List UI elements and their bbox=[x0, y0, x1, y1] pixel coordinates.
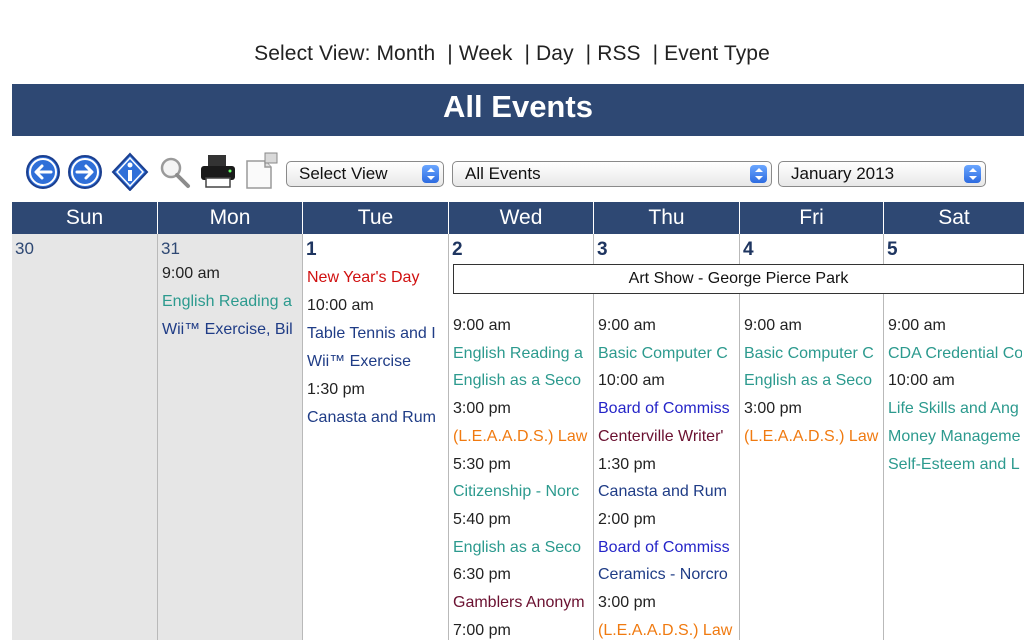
event-link[interactable]: New Year's Day bbox=[307, 268, 447, 288]
event-link[interactable]: CDA Credential Co bbox=[888, 344, 1022, 364]
event-link[interactable]: (L.E.A.A.D.S.) Law bbox=[744, 427, 882, 447]
day-number: 4 bbox=[743, 239, 754, 260]
event-time: 2:00 pm bbox=[598, 510, 656, 528]
calendar-toolbar: Select View All Events January 2013 bbox=[26, 151, 1024, 195]
event-link[interactable]: English Reading a bbox=[453, 344, 592, 364]
separator: | bbox=[652, 42, 659, 65]
view-rss-link[interactable]: RSS bbox=[597, 42, 640, 65]
event-link[interactable]: Gamblers Anonym bbox=[453, 593, 592, 613]
day-number: 30 bbox=[15, 239, 34, 258]
day-header-mon: Mon bbox=[158, 202, 303, 234]
multi-day-event-banner[interactable]: Art Show - George Pierce Park bbox=[453, 264, 1024, 294]
event-link[interactable]: Self-Esteem and L bbox=[888, 455, 1022, 475]
event-time: 9:00 am bbox=[453, 317, 511, 334]
subscribe-icon[interactable] bbox=[241, 151, 281, 196]
view-month-link[interactable]: Month bbox=[376, 42, 435, 65]
event-link[interactable]: Wii™ Exercise, Bil bbox=[162, 320, 301, 340]
event-link[interactable]: English as a Seco bbox=[453, 538, 592, 558]
view-event-type-link[interactable]: Event Type bbox=[664, 42, 770, 65]
day-cell-4[interactable]: 4 9:00 am Basic Computer C English as a Se… bbox=[740, 234, 884, 640]
chevron-updown-icon bbox=[964, 165, 981, 183]
event-time: 3:00 pm bbox=[598, 594, 656, 611]
event-link[interactable]: English Reading a bbox=[162, 292, 301, 312]
day-header-sun: Sun bbox=[12, 202, 158, 234]
event-time: 3:00 pm bbox=[453, 400, 511, 418]
event-link[interactable]: Board of Commiss bbox=[598, 399, 738, 419]
event-link[interactable]: Money Manageme bbox=[888, 427, 1022, 447]
day-number: 3 bbox=[597, 239, 608, 260]
event-link[interactable]: Basic Computer C bbox=[744, 344, 882, 364]
separator: | bbox=[585, 42, 592, 65]
day-header-sat: Sat bbox=[884, 202, 1024, 234]
event-time: 1:30 pm bbox=[307, 381, 365, 398]
event-time: 10:00 am bbox=[307, 297, 374, 314]
month-dropdown[interactable]: January 2013 bbox=[778, 161, 986, 187]
event-time: 5:40 pm bbox=[453, 510, 511, 528]
info-icon[interactable] bbox=[110, 151, 150, 196]
select-view-bar: Select View: Month | Week | Day | RSS | Even… bbox=[0, 42, 1024, 66]
search-icon[interactable] bbox=[158, 151, 192, 196]
event-link[interactable]: (L.E.A.A.D.S.) Law bbox=[598, 621, 738, 640]
back-arrow-icon[interactable] bbox=[26, 151, 62, 196]
day-header-thu: Thu bbox=[594, 202, 740, 234]
event-link[interactable]: Wii™ Exercise bbox=[307, 352, 447, 372]
day-number: 31 bbox=[161, 239, 180, 258]
view-week-link[interactable]: Week bbox=[459, 42, 513, 65]
select-view-value: Select View bbox=[299, 164, 388, 183]
event-link[interactable]: English as a Seco bbox=[744, 371, 882, 391]
print-icon[interactable] bbox=[198, 151, 238, 196]
page-title: All Events bbox=[12, 84, 1024, 136]
separator: | bbox=[524, 42, 531, 65]
event-time: 9:00 am bbox=[162, 265, 220, 282]
event-time: 10:00 am bbox=[888, 372, 955, 390]
view-day-link[interactable]: Day bbox=[536, 42, 574, 65]
day-header-fri: Fri bbox=[740, 202, 884, 234]
event-link[interactable]: (L.E.A.A.D.S.) Law bbox=[453, 427, 592, 447]
event-time: 9:00 am bbox=[598, 317, 656, 334]
select-view-prefix: Select View: bbox=[254, 42, 371, 65]
event-time: 10:00 am bbox=[598, 372, 665, 390]
event-time: 7:00 pm bbox=[453, 621, 511, 639]
day-number: 2 bbox=[452, 239, 463, 260]
event-link[interactable]: Ceramics - Norcro bbox=[598, 565, 738, 585]
event-link[interactable]: Citizenship - Norc bbox=[453, 482, 592, 502]
day-cell-30[interactable]: 30 bbox=[12, 234, 158, 640]
day-cell-5[interactable]: 5 9:00 am CDA Credential Co 10:00 am Life S… bbox=[884, 234, 1024, 640]
event-time: 5:30 pm bbox=[453, 455, 511, 473]
event-time: 1:30 pm bbox=[598, 455, 656, 473]
day-cell-2[interactable]: 2 9:00 am English Reading a English as a S… bbox=[449, 234, 594, 640]
event-link[interactable]: English as a Seco bbox=[453, 371, 592, 391]
separator: | bbox=[447, 42, 453, 65]
event-link[interactable]: Basic Computer C bbox=[598, 344, 738, 364]
event-time: 3:00 pm bbox=[744, 400, 802, 418]
event-link[interactable]: Centerville Writer' bbox=[598, 427, 738, 447]
event-link[interactable]: Life Skills and Ang bbox=[888, 399, 1022, 419]
day-cell-3[interactable]: 3 9:00 am Basic Computer C 10:00 am Board o… bbox=[594, 234, 740, 640]
select-view-dropdown[interactable]: Select View bbox=[286, 161, 444, 187]
event-time: 9:00 am bbox=[888, 317, 946, 334]
event-filter-dropdown[interactable]: All Events bbox=[452, 161, 772, 187]
day-header-wed: Wed bbox=[449, 202, 594, 234]
day-cell-31[interactable]: 31 9:00 am English Reading a Wii™ Exercise… bbox=[158, 234, 303, 640]
event-link[interactable]: Board of Commiss bbox=[598, 538, 738, 558]
day-header-tue: Tue bbox=[303, 202, 449, 234]
day-number: 1 bbox=[306, 239, 317, 260]
month-value: January 2013 bbox=[791, 164, 895, 183]
event-link[interactable]: Table Tennis and I bbox=[307, 324, 447, 344]
event-link[interactable]: Canasta and Rum bbox=[598, 482, 738, 502]
day-cell-1[interactable]: 1 New Year's Day 10:00 am Table Tennis and… bbox=[303, 234, 449, 640]
event-filter-value: All Events bbox=[465, 164, 541, 183]
chevron-updown-icon bbox=[750, 165, 767, 183]
event-time: 6:30 pm bbox=[453, 566, 511, 584]
forward-arrow-icon[interactable] bbox=[68, 151, 104, 196]
event-time: 9:00 am bbox=[744, 317, 802, 334]
event-link[interactable]: Canasta and Rum bbox=[307, 408, 447, 428]
chevron-updown-icon bbox=[422, 165, 439, 183]
day-number: 5 bbox=[887, 239, 898, 260]
